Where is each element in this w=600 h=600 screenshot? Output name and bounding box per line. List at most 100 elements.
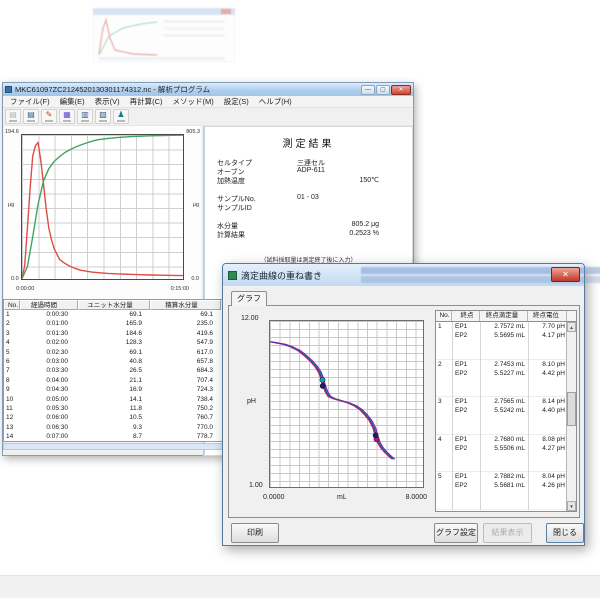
table-row[interactable]: 100:05:0014.1738.4 bbox=[4, 395, 223, 404]
table-cell: 9 bbox=[4, 385, 20, 394]
edit-pencil-icon[interactable]: ✎ bbox=[41, 109, 57, 124]
minimize-button[interactable]: — bbox=[361, 85, 375, 95]
moisture-data-table[interactable]: No.経過時間ユニット水分量積算水分量 10:00:3069.169.120:0… bbox=[3, 299, 224, 442]
menu-item[interactable]: ファイル(F) bbox=[5, 96, 55, 107]
result-label: 加熱温度 bbox=[217, 176, 297, 185]
endpoint-potential: 4.17 pH bbox=[528, 331, 567, 340]
graph-settings-button[interactable]: グラフ設定 bbox=[434, 523, 478, 543]
y-min-label: 1.00 bbox=[249, 482, 263, 489]
table-cell: 724.3 bbox=[150, 385, 221, 394]
endpoint-name: EP1 bbox=[452, 322, 480, 331]
table-cell: 13 bbox=[4, 423, 20, 432]
endpoint-no bbox=[436, 444, 452, 453]
table-cell: 0:06:00 bbox=[20, 413, 78, 422]
dialog-icon bbox=[228, 271, 237, 280]
toolbar-caption bbox=[99, 120, 107, 122]
table-row[interactable]: 110:05:3011.8750.2 bbox=[4, 404, 223, 413]
table-row[interactable]: 60:03:0040.8657.8 bbox=[4, 357, 223, 366]
table-cell: 21.1 bbox=[78, 376, 150, 385]
table-cell: 10.5 bbox=[78, 413, 150, 422]
scroll-up-icon[interactable]: ▲ bbox=[567, 322, 576, 332]
scrollbar-thumb[interactable] bbox=[567, 392, 576, 426]
table-row[interactable]: 140:07:008.7778.7 bbox=[4, 432, 223, 441]
table-cell: 0:01:30 bbox=[20, 329, 78, 338]
column-header[interactable]: No. bbox=[4, 300, 20, 310]
report-chart-icon[interactable]: ▧ bbox=[95, 109, 111, 124]
table-row[interactable]: 130:06:309.3770.0 bbox=[4, 423, 223, 432]
printer-icon[interactable]: ▤ bbox=[23, 109, 39, 124]
title-bar[interactable]: MKC61097ZC2124520130301174312.nc - 解析プログ… bbox=[3, 83, 413, 96]
user-icon[interactable]: ♟ bbox=[113, 109, 129, 124]
titration-curves bbox=[270, 321, 423, 487]
column-header[interactable]: ユニット水分量 bbox=[78, 300, 150, 310]
print-button[interactable]: 印刷 bbox=[231, 523, 279, 543]
endpoint-group-row[interactable]: 2EP12.7453 mL8.10 pHEP25.5227 mL4.42 pH bbox=[436, 360, 576, 398]
results-title: 測定結果 bbox=[205, 135, 412, 150]
table-horizontal-scrollbar[interactable] bbox=[3, 443, 224, 450]
endpoint-name: EP2 bbox=[452, 406, 480, 415]
table-cell: 2 bbox=[4, 319, 20, 328]
menu-item[interactable]: 表示(V) bbox=[90, 96, 125, 107]
endpoint-group-row[interactable]: 4EP12.7680 mL8.08 pHEP25.5506 mL4.27 pH bbox=[436, 435, 576, 473]
tab-graph[interactable]: グラフ bbox=[231, 291, 267, 306]
maximize-button[interactable]: ▢ bbox=[376, 85, 390, 95]
endpoint-potential: 8.10 pH bbox=[528, 360, 567, 369]
table-row[interactable]: 10:00:3069.169.1 bbox=[4, 310, 223, 319]
table-cell: 6 bbox=[4, 357, 20, 366]
menu-item[interactable]: メソッド(M) bbox=[168, 96, 219, 107]
chart-icon[interactable]: ▥ bbox=[77, 109, 93, 124]
endpoint-group-row[interactable]: 1EP12.7572 mL7.70 pHEP25.5695 mL4.17 pH bbox=[436, 322, 576, 360]
table-row[interactable]: 90:04:3016.9724.3 bbox=[4, 385, 223, 394]
curve bbox=[22, 142, 183, 278]
menu-item[interactable]: 編集(E) bbox=[55, 96, 90, 107]
table-cell: 69.1 bbox=[78, 348, 150, 357]
table-cell: 0:07:00 bbox=[20, 432, 78, 441]
menu-item[interactable]: ヘルプ(H) bbox=[254, 96, 297, 107]
endpoint-name: EP2 bbox=[452, 444, 480, 453]
endpoint-group-row[interactable]: 3EP12.7565 mL8.14 pHEP25.5242 mL4.40 pH bbox=[436, 397, 576, 435]
table-cell: 750.2 bbox=[150, 404, 221, 413]
endpoint-line: EP25.5227 mL4.42 pH bbox=[436, 369, 576, 378]
scroll-down-icon[interactable]: ▼ bbox=[567, 501, 576, 511]
chart-icon-glyph: ▥ bbox=[81, 111, 89, 119]
table-cell: 165.9 bbox=[78, 319, 150, 328]
table-row[interactable]: 70:03:3026.5684.3 bbox=[4, 366, 223, 375]
table-cell: 5 bbox=[4, 348, 20, 357]
table-row[interactable]: 30:01:30184.6419.6 bbox=[4, 329, 223, 338]
endpoint-volume: 5.5242 mL bbox=[480, 406, 528, 415]
table-row[interactable]: 80:04:0021.1707.4 bbox=[4, 376, 223, 385]
drying-curves bbox=[22, 135, 183, 279]
endpoint-potential: 4.42 pH bbox=[528, 369, 567, 378]
table-cell: 0:03:30 bbox=[20, 366, 78, 375]
drying-plot-area bbox=[21, 134, 184, 280]
dialog-close-button[interactable]: ✕ bbox=[551, 267, 580, 282]
table-cell: 11 bbox=[4, 404, 20, 413]
dialog-title-bar[interactable]: 滴定曲線の重ね書き ✕ bbox=[223, 264, 584, 286]
x-min-label: 0.0000 bbox=[263, 494, 284, 501]
y-axis-label: pH bbox=[247, 398, 256, 405]
table-cell: 16.9 bbox=[78, 385, 150, 394]
results-rows: セルタイプ三連セルオーブンADP-611加熱温度150℃サンプルNo.01 - … bbox=[205, 158, 412, 239]
close-button[interactable]: ✕ bbox=[391, 85, 411, 95]
table-row[interactable]: 40:02:00128.3547.9 bbox=[4, 338, 223, 347]
close-dialog-button[interactable]: 閉じる bbox=[546, 523, 584, 543]
endpoint-table-header: No.終点終点滴定量終点電位 bbox=[436, 311, 576, 322]
result-value: 805.2 μg bbox=[297, 221, 379, 230]
y-right-max-label: 805.3 bbox=[186, 129, 200, 135]
endpoint-table[interactable]: No.終点終点滴定量終点電位 1EP12.7572 mL7.70 pHEP25.… bbox=[435, 310, 577, 512]
edit-pencil-icon-glyph: ✎ bbox=[46, 111, 53, 119]
toolbar-caption bbox=[45, 120, 53, 122]
table-row[interactable]: 50:02:3069.1617.0 bbox=[4, 348, 223, 357]
table-row[interactable]: 20:01:00165.9235.0 bbox=[4, 319, 223, 328]
toolbar-caption bbox=[27, 120, 35, 122]
menu-item[interactable]: 設定(S) bbox=[219, 96, 254, 107]
table-row[interactable]: 120:06:0010.5760.7 bbox=[4, 413, 223, 422]
calc-grid-icon[interactable]: ▦ bbox=[59, 109, 75, 124]
column-header[interactable]: 積算水分量 bbox=[150, 300, 221, 310]
table-cell: 0:03:00 bbox=[20, 357, 78, 366]
menu-item[interactable]: 再計算(C) bbox=[125, 96, 168, 107]
report-chart-icon-glyph: ▧ bbox=[99, 111, 107, 119]
endpoint-group-row[interactable]: 5EP12.7882 mL8.04 pHEP25.5681 mL4.26 pH bbox=[436, 472, 576, 510]
endpoint-table-scrollbar[interactable]: ▲ ▼ bbox=[566, 322, 576, 511]
column-header[interactable]: 経過時間 bbox=[20, 300, 78, 310]
